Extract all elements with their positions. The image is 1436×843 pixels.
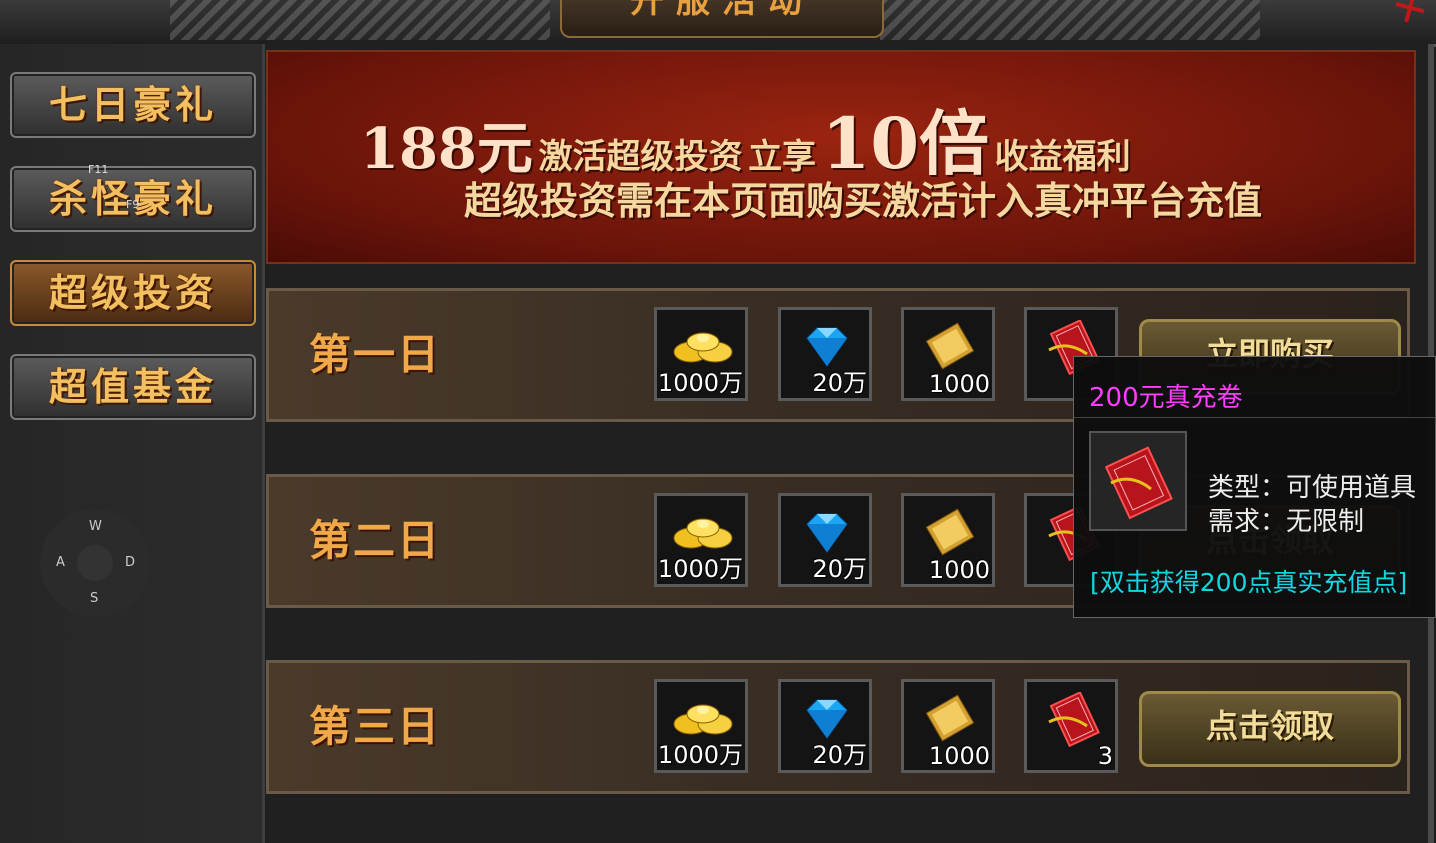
row-day-label: 第一日 <box>309 330 442 379</box>
row-day-label: 第三日 <box>309 702 442 751</box>
tooltip-divider <box>1074 417 1435 418</box>
reward-quantity: 1000 <box>928 370 990 398</box>
reward-quantity: 1000万 <box>657 369 743 397</box>
reward-slot[interactable]: 20万 <box>778 307 872 401</box>
hotkey-hint-f11: F11 <box>88 163 109 176</box>
scroll-icon <box>918 692 978 742</box>
reward-slot[interactable]: 1000 <box>901 307 995 401</box>
claim-button[interactable]: 点击领取 <box>1139 691 1401 767</box>
reward-slot[interactable]: 1000万 <box>654 679 748 773</box>
joystick-right-key: D <box>125 555 136 570</box>
top-header: 开服活动 ✕ <box>0 0 1436 47</box>
reward-slot[interactable]: 1000万 <box>654 493 748 587</box>
reward-quantity: 1000万 <box>657 741 743 769</box>
sidebar-item-seven-day-gift[interactable]: 七日豪礼 <box>10 72 256 138</box>
tooltip-description: [双击获得200点真实充值点] <box>1090 568 1408 597</box>
reward-slot[interactable]: 20万 <box>778 679 872 773</box>
virtual-joystick[interactable]: W A D S <box>40 509 150 617</box>
sidebar-item-label: 超值基金 <box>48 364 217 409</box>
close-icon: ✕ <box>1385 0 1436 38</box>
red-coupon-icon <box>1041 691 1101 748</box>
reward-slot[interactable]: 3 <box>1024 679 1118 773</box>
scroll-icon <box>918 320 978 370</box>
scroll-icon <box>918 506 978 556</box>
reward-quantity: 20万 <box>812 369 867 397</box>
sidebar-item-label: 超级投资 <box>48 270 217 315</box>
item-tooltip: 200元真充卷 类型：可使用道具 需求：无限制 [双击获得200点真实充值点] <box>1073 356 1436 618</box>
reward-quantity: 3 <box>1097 742 1113 770</box>
reward-slot[interactable]: 20万 <box>778 493 872 587</box>
reward-quantity: 1000万 <box>657 555 743 583</box>
reward-row: 第三日 1000万 20万 1000 3 点击领取 <box>266 660 1410 794</box>
joystick-thumb[interactable] <box>77 545 113 581</box>
title-plate: 开服活动 <box>560 0 884 38</box>
tooltip-type: 类型：可使用道具 <box>1208 473 1417 503</box>
sidebar-item-super-investment[interactable]: 超级投资 <box>10 260 256 326</box>
dragon-ornament-right <box>880 0 1260 40</box>
reward-quantity: 1000 <box>928 742 990 770</box>
close-button[interactable]: ✕ <box>1376 0 1436 37</box>
joystick-left-key: A <box>56 555 65 570</box>
reward-quantity: 20万 <box>812 555 867 583</box>
sidebar-item-value-fund[interactable]: 超值基金 <box>10 354 256 420</box>
tooltip-requirement: 需求：无限制 <box>1208 507 1365 537</box>
reward-quantity: 20万 <box>812 741 867 769</box>
dragon-ornament-left <box>170 0 550 40</box>
sidebar: 七日豪礼 杀怪豪礼 超级投资 超值基金 F11 F9 W A D S <box>0 44 265 843</box>
tooltip-title: 200元真充卷 <box>1089 383 1243 413</box>
reward-slot[interactable]: 1000万 <box>654 307 748 401</box>
row-day-label: 第二日 <box>309 516 442 565</box>
banner-note: 超级投资需在本页面购买激活计入真冲平台充值 <box>464 178 1263 223</box>
sidebar-item-label: 七日豪礼 <box>48 82 217 127</box>
page-title: 开服活动 <box>630 0 814 21</box>
hotkey-hint-f9: F9 <box>126 198 140 211</box>
joystick-up-key: W <box>89 519 102 534</box>
joystick-down-key: S <box>90 591 99 606</box>
red-coupon-icon <box>1089 431 1187 531</box>
button-label: 点击领取 <box>1205 707 1334 745</box>
promo-banner: 188元 激活超级投资 立享 10倍 收益福利 超级投资需在本页面购买激活计入真… <box>266 50 1416 264</box>
reward-slot[interactable]: 1000 <box>901 493 995 587</box>
reward-slot[interactable]: 1000 <box>901 679 995 773</box>
reward-quantity: 1000 <box>928 556 990 584</box>
